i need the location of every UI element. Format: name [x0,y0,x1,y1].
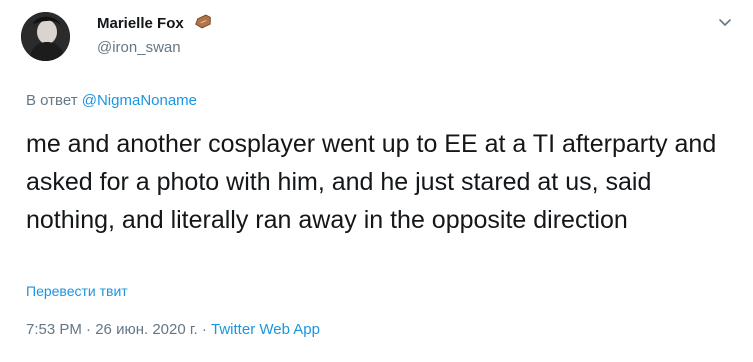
tweet-time[interactable]: 7:53 PM [26,321,82,338]
tweet-text: me and another cosplayer went up to EE a… [26,130,717,234]
tweet-card: Marielle Fox @iron_swan В ответ @NigmaNo… [0,0,753,362]
tweet-metadata: 7:53 PM · 26 июн. 2020 г. · Twitter Web … [26,321,320,338]
meta-separator: · [197,321,212,338]
meta-separator: · [81,321,96,338]
translate-tweet-link[interactable]: Перевести твит [26,283,128,299]
chevron-down-icon[interactable] [716,14,734,32]
user-handle[interactable]: @iron_swan [97,39,181,56]
coffin-emoji-icon [195,14,211,29]
source-app-link[interactable]: Twitter Web App [211,321,320,338]
avatar[interactable] [21,12,70,61]
reply-prefix: В ответ [26,92,78,109]
reply-context: В ответ @NigmaNoname [26,92,197,109]
tweet-date[interactable]: 26 июн. 2020 г. [95,321,197,338]
display-name[interactable]: Marielle Fox [97,15,184,32]
reply-mention-link[interactable]: @NigmaNoname [82,92,197,109]
